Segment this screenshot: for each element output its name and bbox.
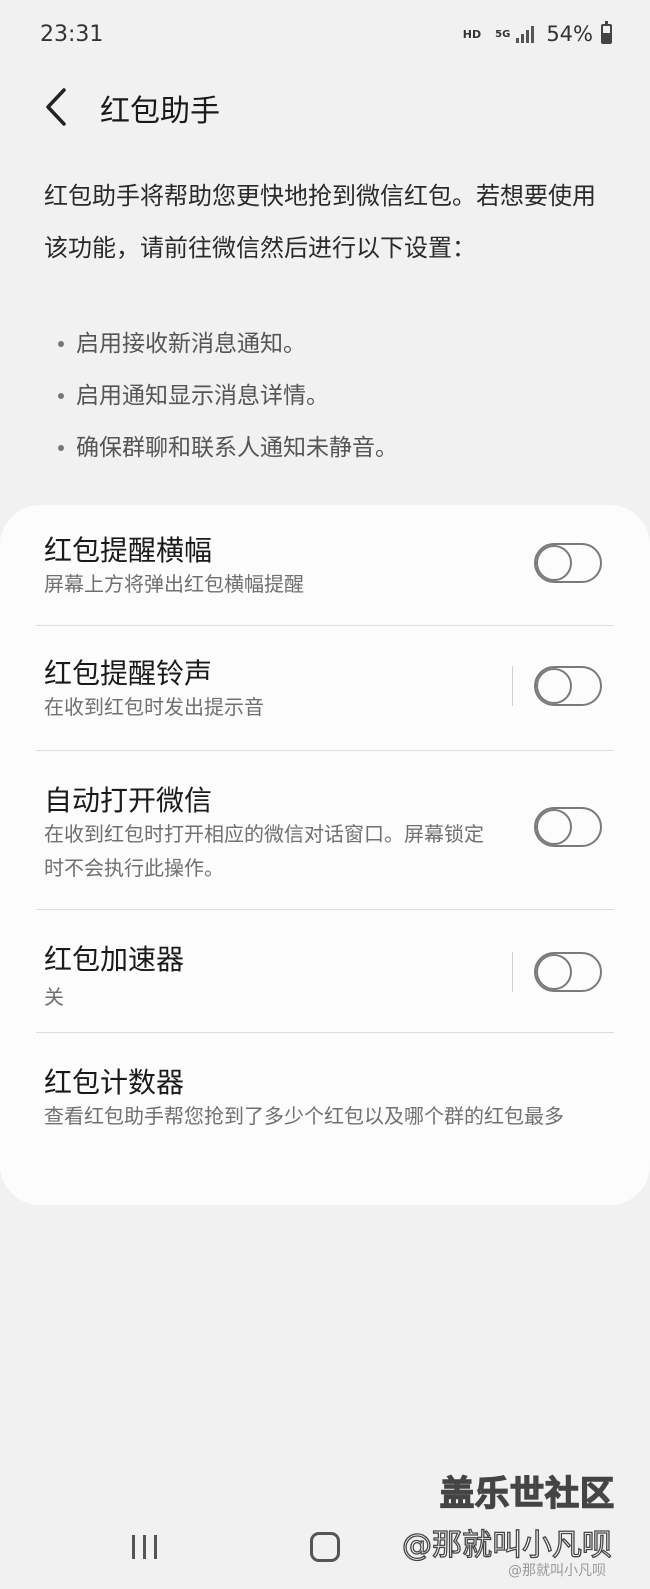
setting-row-accelerator[interactable]: 红包加速器 关 — [0, 910, 650, 1032]
ringtone-toggle[interactable] — [534, 666, 602, 706]
setting-row-ringtone[interactable]: 红包提醒铃声 在收到红包时发出提示音 — [0, 626, 650, 750]
home-button[interactable] — [310, 1532, 340, 1562]
setting-subtitle: 查看红包助手帮您抢到了多少个红包以及哪个群的红包最多 — [44, 1104, 564, 1128]
watermark-small: @那就叫小凡呗 — [508, 1563, 606, 1579]
setting-subtitle: 在收到红包时打开相应的微信对话窗口。屏幕锁定时不会执行此操作。 — [44, 822, 484, 880]
auto-open-toggle[interactable] — [534, 807, 602, 847]
back-button[interactable] — [36, 82, 80, 132]
toggle-knob — [536, 954, 572, 990]
watermark-title: 盖乐世社区 — [439, 1473, 615, 1515]
recents-icon-bar — [143, 1535, 146, 1559]
setup-steps-list: 启用接收新消息通知。 启用通知显示消息详情。 确保群聊和联系人通知未静音。 — [58, 318, 598, 474]
description-text: 红包助手将帮助您更快地抢到微信红包。若想要使用该功能，请前往微信然后进行以下设置… — [44, 182, 596, 262]
setup-step-text: 确保群聊和联系人通知未静音。 — [76, 435, 398, 461]
setting-title: 红包提醒铃声 — [44, 657, 213, 690]
bullet-icon — [58, 445, 64, 451]
back-arrow-icon — [46, 88, 66, 126]
recents-icon-bar — [154, 1535, 157, 1559]
setting-title: 红包计数器 — [44, 1066, 185, 1099]
hd-indicator: HD — [462, 27, 482, 41]
toggle-knob — [536, 668, 572, 704]
toggle-knob — [536, 809, 572, 845]
recents-icon — [132, 1535, 135, 1559]
accelerator-toggle[interactable] — [534, 952, 602, 992]
setting-title: 自动打开微信 — [44, 784, 213, 817]
watermark-author: @那就叫小凡呗 — [401, 1527, 612, 1563]
banner-toggle[interactable] — [534, 543, 602, 583]
setting-row-counter[interactable]: 红包计数器 查看红包助手帮您抢到了多少个红包以及哪个群的红包最多 — [0, 1033, 650, 1193]
setup-step: 确保群聊和联系人通知未静音。 — [58, 422, 598, 474]
page-title: 红包助手 — [100, 94, 220, 129]
signal-icon — [516, 25, 535, 43]
status-time: 23:31 — [40, 22, 104, 47]
setup-step: 启用通知显示消息详情。 — [58, 370, 598, 422]
status-indicators: HD 5G 54% — [462, 21, 612, 46]
vertical-separator — [512, 666, 513, 706]
setup-step-text: 启用接收新消息通知。 — [76, 331, 306, 357]
setup-step: 启用接收新消息通知。 — [58, 318, 598, 370]
battery-percentage: 54% — [546, 22, 593, 46]
vertical-separator — [512, 952, 513, 992]
setting-title: 红包加速器 — [44, 943, 185, 976]
network-5g-indicator: 5G — [495, 28, 511, 40]
recents-button[interactable] — [130, 1532, 160, 1562]
toggle-knob — [536, 545, 572, 581]
setting-subtitle: 屏幕上方将弹出红包横幅提醒 — [44, 572, 304, 596]
battery-charging-icon — [601, 21, 612, 44]
screen: 23:31 HD 5G 54% 红包助手 红包助手将帮助您更快地抢到微信红包。若… — [0, 0, 650, 1589]
app-header: 红包助手 — [0, 72, 650, 142]
setting-row-banner[interactable]: 红包提醒横幅 屏幕上方将弹出红包横幅提醒 — [0, 505, 650, 625]
setting-title: 红包提醒横幅 — [44, 534, 213, 567]
status-bar: 23:31 HD 5G 54% — [0, 0, 650, 72]
bullet-icon — [58, 341, 64, 347]
settings-card: 红包提醒横幅 屏幕上方将弹出红包横幅提醒 红包提醒铃声 在收到红包时发出提示音 … — [0, 505, 650, 1205]
setup-step-text: 启用通知显示消息详情。 — [76, 383, 329, 409]
bullet-icon — [58, 393, 64, 399]
setting-subtitle: 关 — [44, 985, 64, 1009]
setting-subtitle: 在收到红包时发出提示音 — [44, 695, 264, 719]
setting-row-auto-open[interactable]: 自动打开微信 在收到红包时打开相应的微信对话窗口。屏幕锁定时不会执行此操作。 — [0, 751, 650, 909]
